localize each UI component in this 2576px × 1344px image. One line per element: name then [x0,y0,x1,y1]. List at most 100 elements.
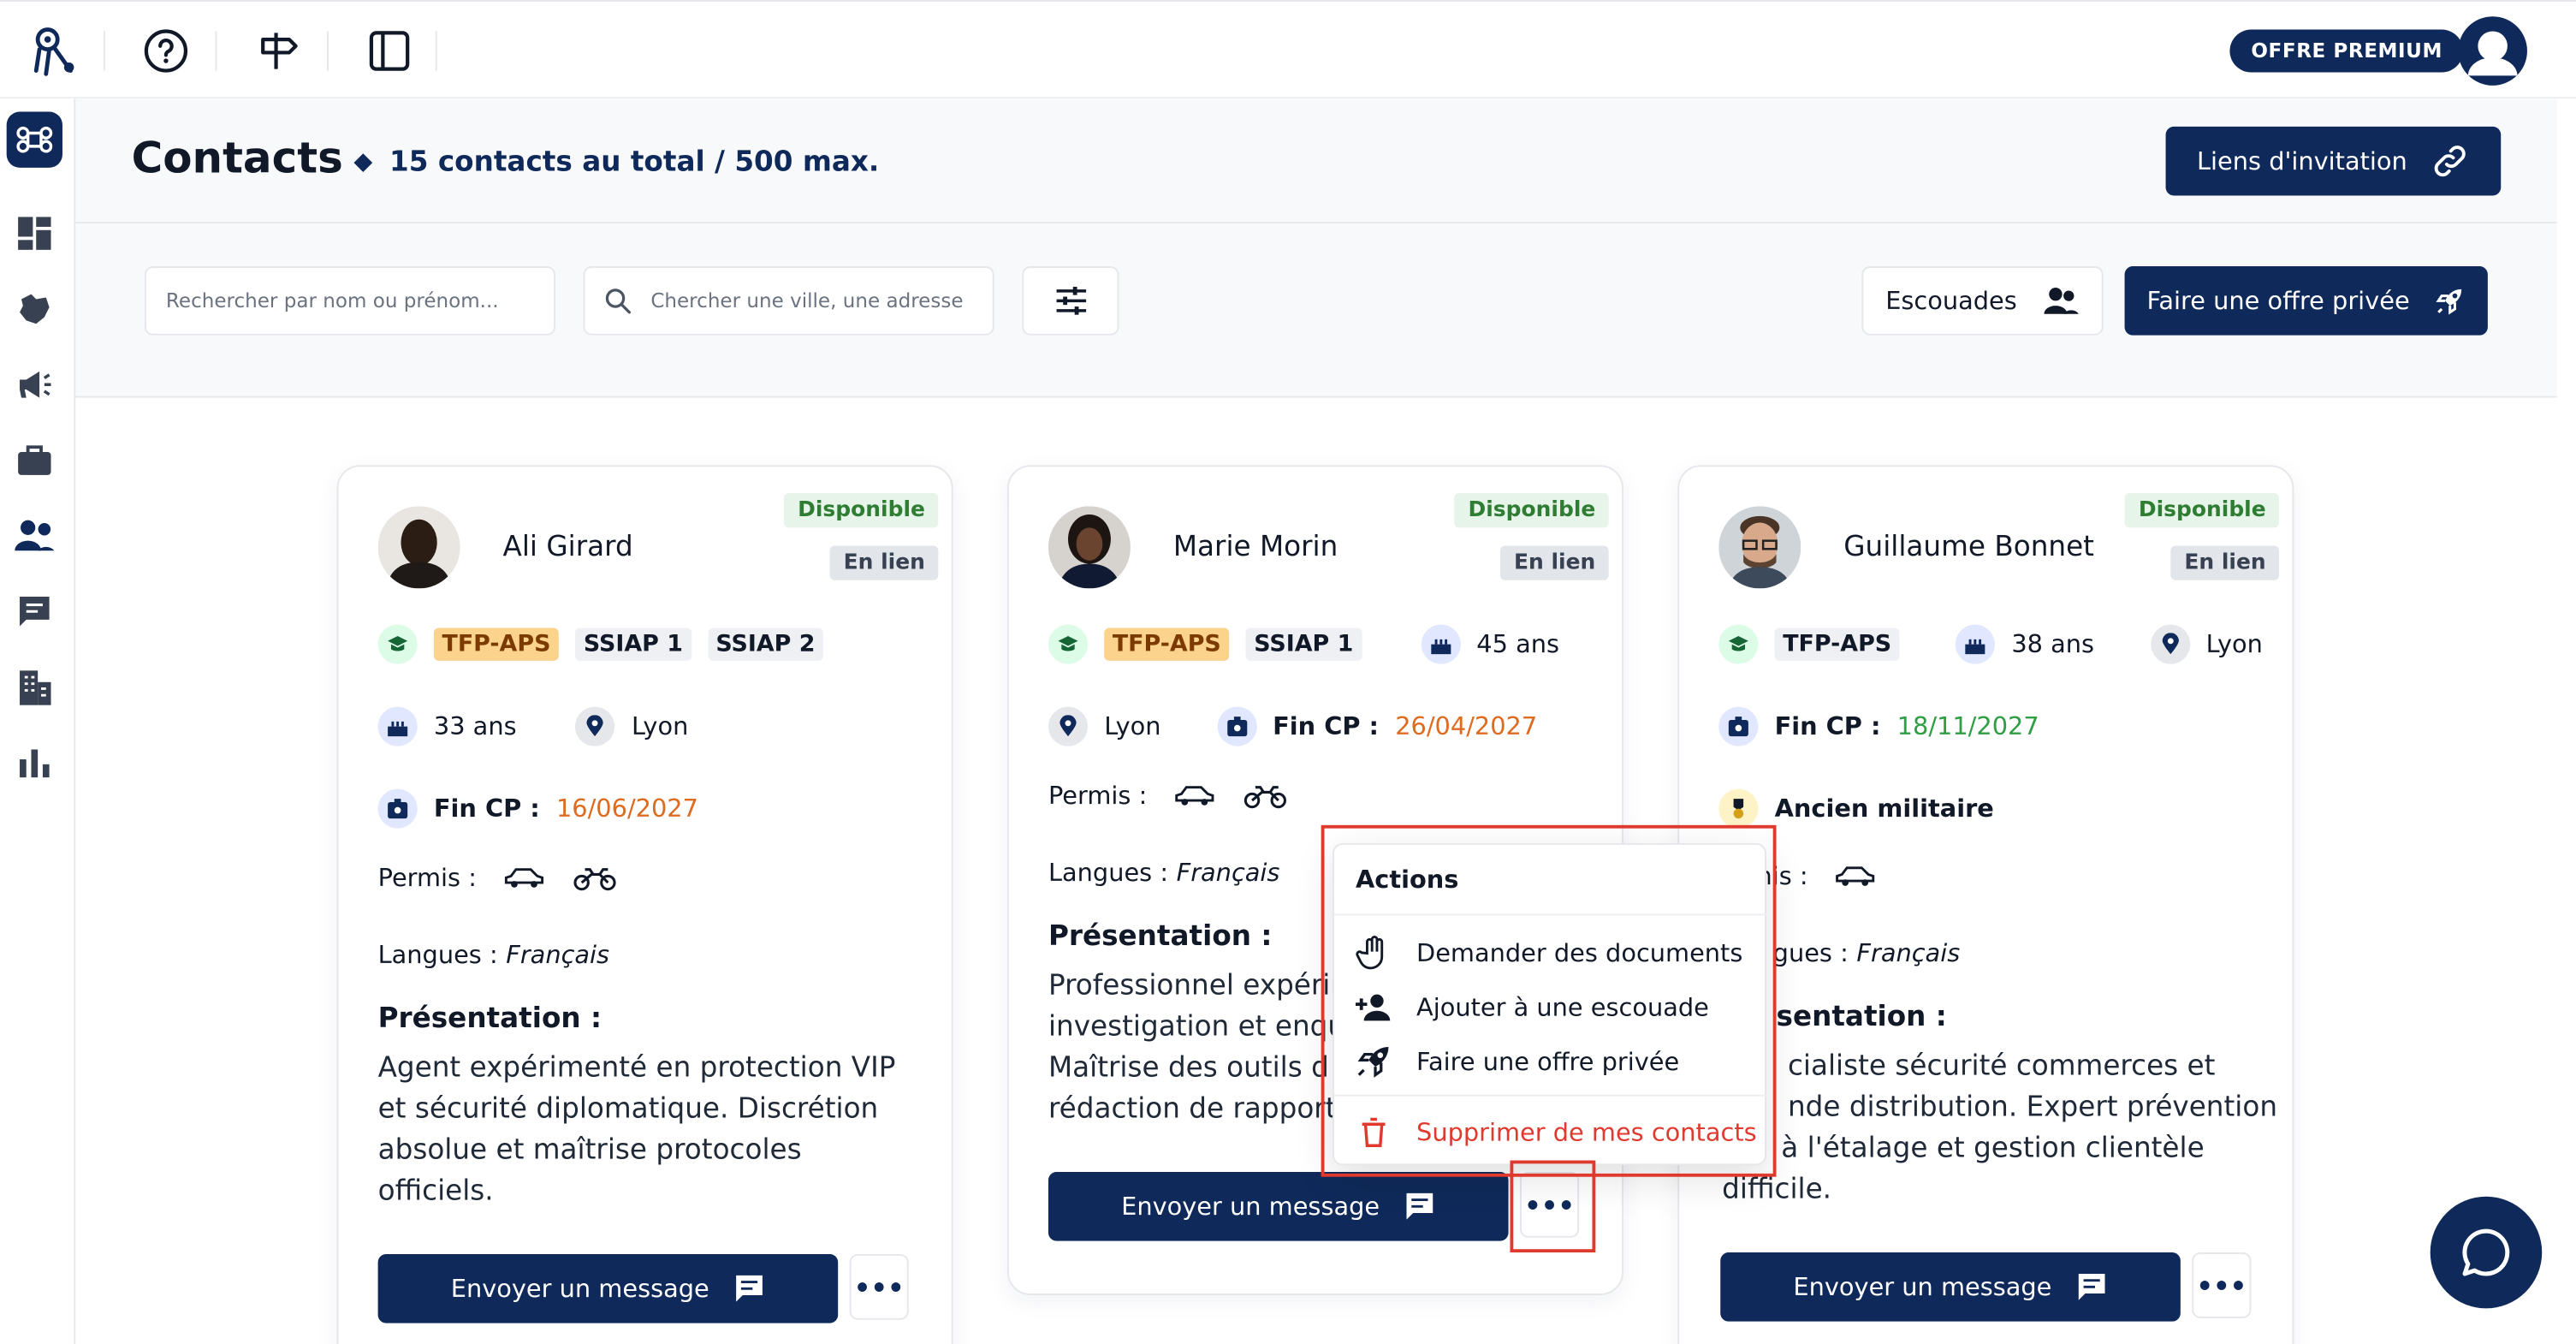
languages-row: Langues : Français [1048,858,1279,888]
briefcase-icon[interactable] [11,437,57,484]
cert-tag: SSIAP 1 [1245,627,1362,661]
contacts-list: Ali Girard Disponible En lien TFP-APS SS… [75,397,2557,1344]
add-to-squad-item[interactable]: Ajouter à une escouade [1354,988,1709,1027]
languages-row: Langues : Français [378,940,609,970]
contact-name[interactable]: Ali Girard [503,531,633,563]
add-user-icon [1355,994,1391,1021]
contact-photo [1718,506,1801,589]
military-row: Ancien militaire [1718,788,1994,829]
help-icon[interactable] [139,25,192,77]
presentation-title: Présentation : [1048,920,1273,954]
dashboard-icon[interactable] [11,211,57,257]
contact-photo [377,506,460,589]
cert-tag: SSIAP 1 [575,627,691,661]
delete-contact-item[interactable]: Supprimer de mes contacts [1354,1113,1757,1152]
presentation-line: et sécurité diplomatique. Discrétion [377,1092,879,1127]
cp-row: Fin CP : 16/06/2027 [377,788,698,829]
medal-icon [1718,788,1759,829]
group-icon [2045,288,2080,314]
hand-icon [1356,936,1384,970]
divider [215,31,217,71]
page-header: Contacts 15 contacts au total / 500 max.… [75,98,2557,224]
contact-city: Lyon [632,711,689,741]
presentation-line: Professionnel expérir [1048,969,1342,1003]
squads-button[interactable]: Escouades [1861,266,2104,336]
presentation-line: rédaction de rapport [1048,1092,1337,1127]
presentation-line: Maîtrise des outils d [1048,1051,1329,1085]
premium-button[interactable]: OFFRE PREMIUM [2229,29,2464,73]
chat-icon[interactable] [11,588,57,634]
send-message-button[interactable]: Envoyer un message [1048,1171,1509,1241]
divider [327,31,329,71]
presentation-line: Agent expérimenté en protection VIP [377,1051,896,1085]
request-documents-item[interactable]: Demander des documents [1354,934,1742,973]
message-icon [2078,1274,2104,1300]
actions-menu: Actions Demander des documents Ajouter à… [1333,842,1768,1166]
logo-icon[interactable] [27,25,79,77]
languages-value: Français [506,940,610,970]
filters-button[interactable] [1022,266,1119,336]
contact-city: Lyon [1104,711,1161,741]
contact-name[interactable]: Guillaume Bonnet [1843,531,2094,563]
invitation-links-button[interactable]: Liens d'invitation [2165,126,2502,196]
chat-button[interactable] [2430,1196,2543,1309]
status-badge: Disponible [1455,493,1609,528]
cert-tag: SSIAP 2 [707,627,824,661]
signpost-icon[interactable] [252,25,304,77]
avatar[interactable] [2458,16,2527,86]
presentation-text: Agent expérimenté en protection VIP et s… [378,1049,904,1213]
presentation-line: absolue et maîtrise protocoles [377,1133,802,1168]
certifications-row: TFP-APS SSIAP 1 45 ans [1048,624,1560,664]
languages-label: Langues : [377,940,498,970]
more-actions-button[interactable]: ••• [1520,1171,1580,1238]
military-label: Ancien militaire [1774,794,1994,824]
city-search-placeholder: Chercher une ville, une adresse [650,288,964,312]
link-icon [2434,146,2466,177]
presentation-text: Professionnel expérir investigation et e… [1048,966,1377,1131]
contact-name[interactable]: Marie Morin [1173,531,1338,563]
divider [1334,1094,1768,1097]
status-badge: Disponible [784,493,939,528]
delete-contact-label: Supprimer de mes contacts [1416,1117,1757,1148]
graduation-cap-icon [1048,624,1089,664]
car-icon [505,868,544,888]
more-actions-button[interactable]: ••• [2192,1252,2252,1318]
cert-tag: TFP-APS [1104,627,1230,661]
contact-card: Ali Girard Disponible En lien TFP-APS SS… [336,465,953,1344]
cake-icon [1956,624,1996,664]
cp-label: Fin CP : [1774,711,1881,741]
send-message-button[interactable]: Envoyer un message [1720,1252,2181,1322]
contact-age: 38 ans [2011,629,2095,659]
private-offer-button[interactable]: Faire une offre privée [2124,266,2488,336]
cp-date: 16/06/2027 [555,794,698,824]
building-icon[interactable] [11,664,57,711]
chat-bubble-icon [2462,1228,2510,1276]
panel-icon[interactable] [363,25,415,77]
name-search-input[interactable]: Rechercher par nom ou prénom... [144,266,555,336]
diamond-icon [353,153,373,172]
contacts-icon[interactable] [11,513,57,559]
megaphone-icon[interactable] [11,361,57,407]
cp-label: Fin CP : [433,794,540,824]
send-message-label: Envoyer un message [1121,1192,1380,1222]
command-icon[interactable] [6,111,62,168]
contact-photo [1048,506,1131,589]
more-actions-button[interactable]: ••• [849,1253,909,1320]
top-bar: OFFRE PREMIUM [0,0,2576,99]
private-offer-item[interactable]: Faire une offre privée [1354,1042,1679,1081]
chart-icon[interactable] [11,740,57,786]
actions-menu-title: Actions [1356,864,1459,895]
city-search-input[interactable]: Chercher une ville, une adresse [583,266,994,336]
search-icon [605,288,631,314]
location-icon [2150,624,2190,664]
cert-tag: TFP-APS [1774,627,1900,661]
certifications-row: TFP-APS 38 ans Lyon [1718,624,2263,664]
send-message-label: Envoyer un message [1793,1272,2052,1302]
contacts-count: 15 contacts au total / 500 max. [389,146,880,180]
contact-age: 45 ans [1476,629,1560,659]
send-message-button[interactable]: Envoyer un message [377,1253,839,1323]
info-row: 33 ans Lyon [377,706,689,746]
map-icon[interactable] [11,286,57,332]
message-icon [735,1275,763,1302]
send-message-label: Envoyer un message [450,1274,709,1304]
